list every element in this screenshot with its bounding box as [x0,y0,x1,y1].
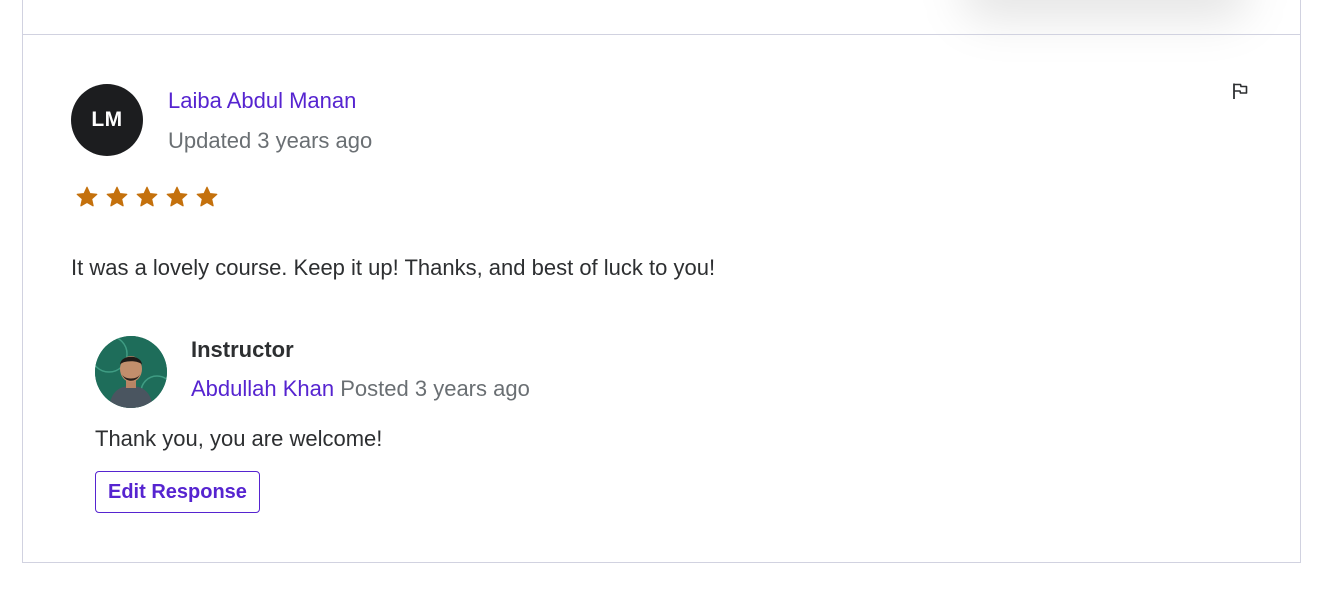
reviewer-name-link[interactable]: Laiba Abdul Manan [168,88,356,114]
review-card: LM Laiba Abdul Manan Updated 3 years ago… [22,0,1301,563]
review-text: It was a lovely course. Keep it up! Than… [71,255,716,280]
instructor-role-label: Instructor [191,337,294,362]
star-icon [196,186,218,207]
response-timestamp: Posted 3 years ago [340,376,530,401]
star-icon [76,186,98,207]
instructor-meta: Abdullah Khan Posted 3 years ago [191,376,530,402]
star-icon [166,186,188,207]
edit-response-button[interactable]: Edit Response [95,471,260,513]
star-rating [75,185,219,209]
star-icon [106,186,128,207]
report-flag-button[interactable] [1226,77,1254,105]
star-icon [136,186,158,207]
instructor-avatar [95,336,167,408]
card-divider [23,34,1300,35]
reviewer-avatar: LM [71,84,143,156]
response-text: Thank you, you are welcome! [95,426,383,451]
review-timestamp: Updated 3 years ago [168,128,373,153]
flag-icon [1233,83,1248,99]
instructor-name-link[interactable]: Abdullah Khan [191,376,334,401]
